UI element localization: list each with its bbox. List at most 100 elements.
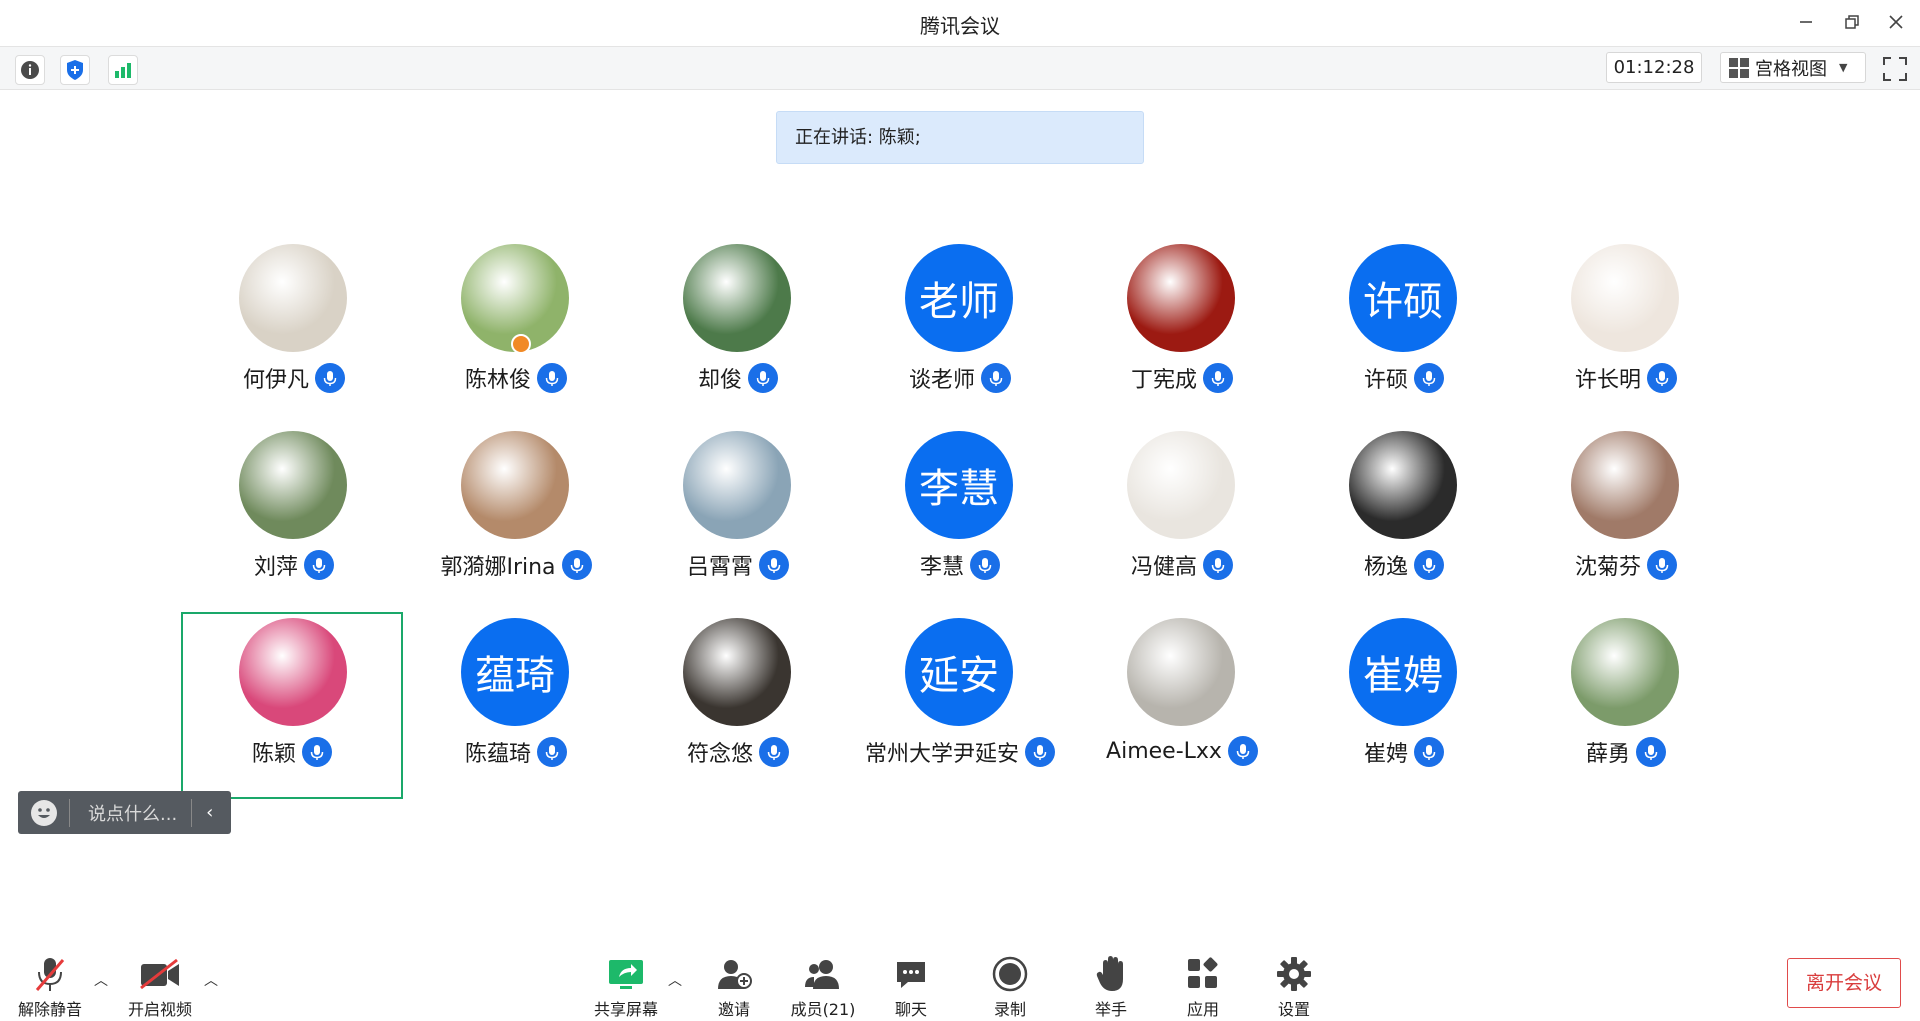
participant-tile[interactable]: 陈颖: [181, 612, 403, 799]
fullscreen-button[interactable]: [1882, 56, 1908, 82]
avatar: 许硕: [1349, 244, 1457, 352]
signal-icon: [115, 63, 131, 78]
participant-tile[interactable]: 却俊: [627, 240, 849, 427]
grid-view-icon: [1729, 57, 1749, 78]
minimize-button[interactable]: [1790, 8, 1822, 36]
audio-options-chevron-icon[interactable]: ︿: [94, 970, 108, 990]
participant-tile[interactable]: 何伊凡: [183, 240, 405, 427]
participant-name: 刘萍: [253, 555, 298, 580]
quick-chat-bar[interactable]: 说点什么... ‹: [18, 791, 231, 834]
participant-tile[interactable]: 薛勇: [1515, 614, 1737, 801]
window-title: 腾讯会议: [920, 14, 1000, 38]
participant-tile[interactable]: 郭漪娜Irina: [405, 427, 627, 614]
participant-name: 常州大学尹延安: [864, 742, 1019, 767]
mic-status-icon: [1203, 363, 1233, 393]
participant-name: 陈颖: [251, 742, 296, 767]
participant-tile[interactable]: 许长明: [1515, 240, 1737, 427]
record-icon: [992, 956, 1028, 992]
participant-tile[interactable]: 延安常州大学尹延安: [849, 614, 1071, 801]
mic-status-icon: [537, 737, 567, 767]
mic-status-icon: [537, 363, 567, 393]
meeting-info-button[interactable]: [15, 55, 45, 85]
participant-name: 陈蕴琦: [464, 742, 531, 767]
raise-hand-button[interactable]: 举手: [1066, 954, 1156, 1020]
participant-tile[interactable]: 陈林俊: [405, 240, 627, 427]
avatar: [683, 431, 791, 539]
divider: [69, 798, 70, 827]
shield-icon: [67, 60, 83, 80]
participant-tile[interactable]: 崔娉 崔娉: [1293, 614, 1515, 801]
divider: [191, 798, 193, 827]
participant-tile[interactable]: 吕霄霄: [627, 427, 849, 614]
participant-tile[interactable]: 符念悠: [627, 614, 849, 801]
avatar: 崔娉: [1349, 618, 1457, 726]
participant-name-row: 沈菊芬: [1515, 549, 1737, 581]
avatar: [683, 618, 791, 726]
view-mode-dropdown[interactable]: 宫格视图 ▼: [1720, 52, 1866, 83]
mic-status-icon: [759, 737, 789, 767]
host-badge-icon: [511, 334, 531, 354]
view-mode-label: 宫格视图: [1755, 58, 1827, 80]
participant-tile[interactable]: 沈菊芬: [1515, 427, 1737, 614]
mic-status-icon: [1227, 736, 1258, 766]
participant-name: 薛勇: [1585, 742, 1630, 767]
participant-name-row: 冯健高: [1071, 549, 1293, 581]
participant-tile[interactable]: 李慧 李慧: [849, 427, 1071, 614]
meeting-timer: 01:12:28: [1606, 52, 1702, 83]
participant-tile[interactable]: Aimee-Lxx: [1071, 614, 1293, 801]
avatar: [1571, 618, 1679, 726]
participant-tile[interactable]: 杨逸: [1293, 427, 1515, 614]
chat-label: 聊天: [894, 1000, 927, 1019]
participant-name: 许硕: [1363, 368, 1408, 393]
security-button[interactable]: [60, 55, 90, 85]
leave-meeting-button[interactable]: 离开会议: [1787, 958, 1901, 1008]
apps-icon: [1188, 957, 1218, 988]
mic-status-icon: [1647, 550, 1677, 580]
participant-name: 冯健高: [1130, 555, 1197, 580]
avatar: [461, 431, 569, 539]
apps-button[interactable]: 应用: [1158, 954, 1248, 1020]
share-options-chevron-icon[interactable]: ︿: [668, 970, 682, 990]
mic-status-icon: [1414, 737, 1444, 767]
record-button[interactable]: 录制: [965, 954, 1055, 1020]
share-screen-icon: [609, 960, 643, 989]
close-button[interactable]: [1880, 8, 1912, 36]
participant-tile[interactable]: 冯健高: [1071, 427, 1293, 614]
unmute-button[interactable]: 解除静音: [5, 954, 95, 1020]
avatar: [239, 244, 347, 352]
participant-name-row: 薛勇: [1515, 736, 1737, 768]
participant-tile[interactable]: 丁宪成: [1071, 240, 1293, 427]
start-video-button[interactable]: 开启视频: [115, 954, 205, 1020]
participant-name-row: 崔娉: [1293, 736, 1515, 768]
participant-name: 何伊凡: [242, 368, 309, 393]
collapse-chevron-icon[interactable]: ‹: [206, 802, 213, 823]
mic-status-icon: [970, 550, 1000, 580]
chat-button[interactable]: 聊天: [866, 954, 956, 1020]
participant-name-row: 陈颖: [183, 736, 401, 768]
invite-button[interactable]: 邀请: [689, 954, 779, 1020]
participant-tile[interactable]: 刘萍: [183, 427, 405, 614]
mic-status-icon: [1414, 363, 1444, 393]
avatar: [1571, 431, 1679, 539]
chat-input[interactable]: 说点什么...: [88, 800, 177, 826]
restore-button[interactable]: [1836, 8, 1868, 36]
avatar: [1127, 431, 1235, 539]
video-options-chevron-icon[interactable]: ︿: [204, 970, 218, 990]
meeting-toolbar: 01:12:28 宫格视图 ▼: [0, 46, 1920, 90]
participant-name-row: 杨逸: [1293, 549, 1515, 581]
members-button[interactable]: 成员(21): [778, 954, 868, 1020]
camera-off-icon: [140, 958, 179, 990]
emoji-icon[interactable]: [31, 799, 57, 826]
settings-button[interactable]: 设置: [1249, 954, 1339, 1020]
avatar: 延安: [905, 618, 1013, 726]
participant-name: 却俊: [697, 368, 742, 393]
participant-tile[interactable]: 蕴琦 陈蕴琦: [405, 614, 627, 801]
participant-name: 吕霄霄: [686, 555, 753, 580]
participant-tile[interactable]: 老师 谈老师: [849, 240, 1071, 427]
share-screen-button[interactable]: 共享屏幕: [581, 954, 671, 1020]
participant-name-row: 许硕: [1293, 362, 1515, 394]
network-status-button[interactable]: [108, 55, 138, 85]
participant-name: 丁宪成: [1130, 368, 1197, 393]
participant-tile[interactable]: 许硕 许硕: [1293, 240, 1515, 427]
participant-name-row: 陈蕴琦: [405, 736, 627, 768]
